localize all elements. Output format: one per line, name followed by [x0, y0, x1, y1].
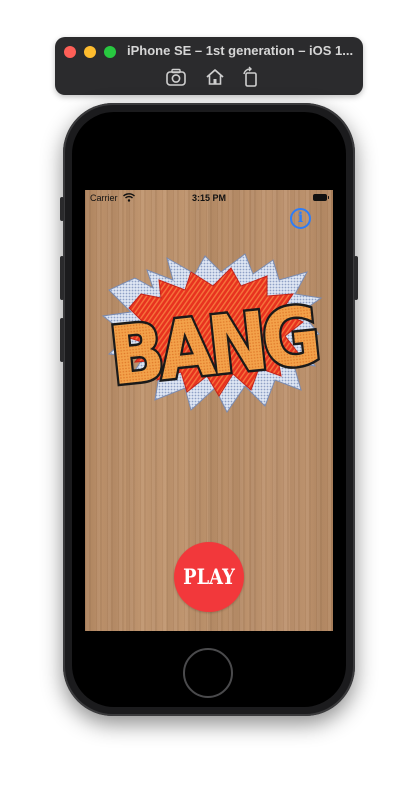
minimize-window-button[interactable]: [84, 46, 96, 58]
play-button[interactable]: PLAY: [174, 542, 244, 612]
status-bar: Carrier 3:15 PM: [85, 190, 333, 206]
simulator-toolbar: iPhone SE – 1st generation – iOS 1...: [55, 37, 363, 95]
app-screen: Carrier 3:15 PM i BANG PLAY: [85, 190, 333, 631]
info-button[interactable]: i: [290, 208, 311, 229]
rotate-icon[interactable]: [240, 66, 262, 88]
camera-icon[interactable]: [165, 66, 187, 88]
close-window-button[interactable]: [64, 46, 76, 58]
status-time: 3:15 PM: [191, 193, 226, 203]
zoom-window-button[interactable]: [104, 46, 116, 58]
mute-switch[interactable]: [60, 197, 64, 221]
volume-down-button[interactable]: [60, 318, 64, 362]
power-button[interactable]: [354, 256, 358, 300]
home-icon[interactable]: [204, 66, 226, 88]
play-label: PLAY: [183, 564, 235, 589]
bang-logo: BANG: [101, 253, 323, 413]
home-button[interactable]: [183, 648, 233, 698]
battery-icon: [313, 194, 329, 201]
simulator-title: iPhone SE – 1st generation – iOS 1...: [127, 43, 354, 58]
volume-up-button[interactable]: [60, 256, 64, 300]
